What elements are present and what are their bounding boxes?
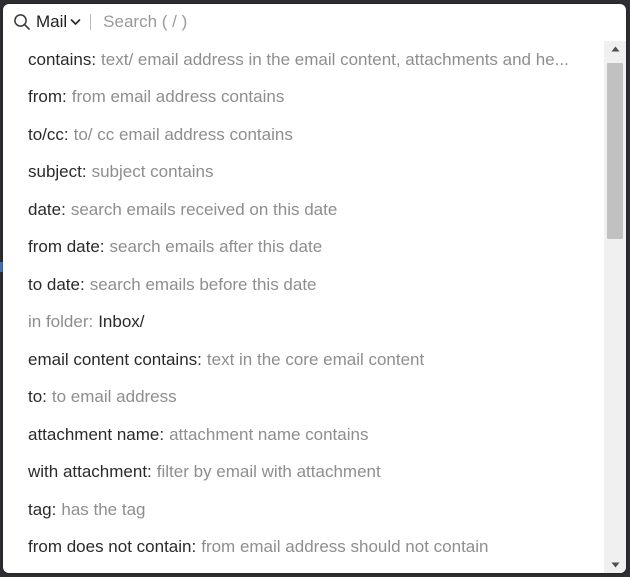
suggestion-item[interactable]: email content contains: text in the core … xyxy=(3,341,603,379)
suggestion-item[interactable]: attachment name: attachment name contains xyxy=(3,416,603,454)
suggestion-key: with attachment: xyxy=(28,462,152,482)
suggestion-item[interactable]: to: to email address xyxy=(3,379,603,417)
search-divider xyxy=(90,14,92,30)
suggestion-description: subject contains xyxy=(91,162,214,182)
search-bar: Mail xyxy=(3,4,626,40)
suggestion-key: email content contains: xyxy=(28,349,202,369)
scrollbar[interactable] xyxy=(604,41,626,573)
suggestion-key: subject: xyxy=(28,162,87,182)
suggestion-description: search emails after this date xyxy=(109,237,323,257)
suggestion-item[interactable]: with attachment: filter by email with att… xyxy=(3,454,603,492)
suggestion-description: from email address contains xyxy=(71,87,285,107)
suggestion-description: to email address xyxy=(51,387,177,407)
suggestion-item[interactable]: tag: has the tag xyxy=(3,491,603,529)
suggestion-description: from email address should not contain xyxy=(201,537,489,557)
suggestion-key: attachment name: xyxy=(28,424,165,444)
suggestion-item[interactable]: subject: subject contains xyxy=(3,154,603,192)
suggestion-key: to: xyxy=(28,387,47,407)
suggestion-description: to/ cc email address contains xyxy=(73,124,293,144)
suggestion-item[interactable]: to date: search emails before this date xyxy=(3,266,603,304)
suggestion-description: search emails before this date xyxy=(89,274,317,294)
suggestion-description: text in the core email content xyxy=(206,349,425,369)
search-icon xyxy=(13,13,31,31)
suggestion-item[interactable]: in folder: Inbox/ xyxy=(3,304,603,342)
suggestion-list: contains: text/ email address in the emai… xyxy=(3,41,603,573)
suggestion-description: filter by email with attachment xyxy=(156,462,381,482)
suggestion-description: has the tag xyxy=(61,499,146,519)
chevron-down-icon xyxy=(70,18,81,26)
suggestion-description: attachment name contains xyxy=(169,424,369,444)
suggestion-item[interactable]: from date: search emails after this date xyxy=(3,229,603,267)
scroll-down-arrow-icon[interactable] xyxy=(604,557,626,573)
scroll-up-arrow-icon[interactable] xyxy=(604,41,626,57)
suggestion-item[interactable]: date: search emails received on this date xyxy=(3,191,603,229)
suggestion-item[interactable]: contains: text/ email address in the emai… xyxy=(3,41,603,79)
suggestion-key: tag: xyxy=(28,499,57,519)
suggestion-key: contains: xyxy=(28,49,97,69)
suggestion-key: in folder: xyxy=(28,312,94,332)
suggestion-description: text/ email address in the email content… xyxy=(101,49,569,69)
search-scope-selector[interactable]: Mail xyxy=(13,12,81,32)
suggestion-item[interactable]: from: from email address contains xyxy=(3,79,603,117)
search-input[interactable] xyxy=(103,12,404,32)
suggestion-description: Inbox/ xyxy=(98,312,145,332)
suggestion-key: to date: xyxy=(28,274,85,294)
suggestion-item[interactable]: to/cc: to/ cc email address contains xyxy=(3,116,603,154)
suggestion-key: from date: xyxy=(28,237,105,257)
scrollbar-thumb[interactable] xyxy=(607,63,623,239)
suggestion-key: date: xyxy=(28,199,66,219)
search-scope-label: Mail xyxy=(36,12,68,31)
suggestion-description: search emails received on this date xyxy=(70,199,338,219)
suggestion-key: to/cc: xyxy=(28,124,69,144)
suggestion-item[interactable]: from does not contain: from email address… xyxy=(3,529,603,567)
suggestion-key: from does not contain: xyxy=(28,537,197,557)
suggestion-key: from: xyxy=(28,87,67,107)
search-suggestions-popup: Mail contains:text/ email address in the… xyxy=(3,4,626,573)
